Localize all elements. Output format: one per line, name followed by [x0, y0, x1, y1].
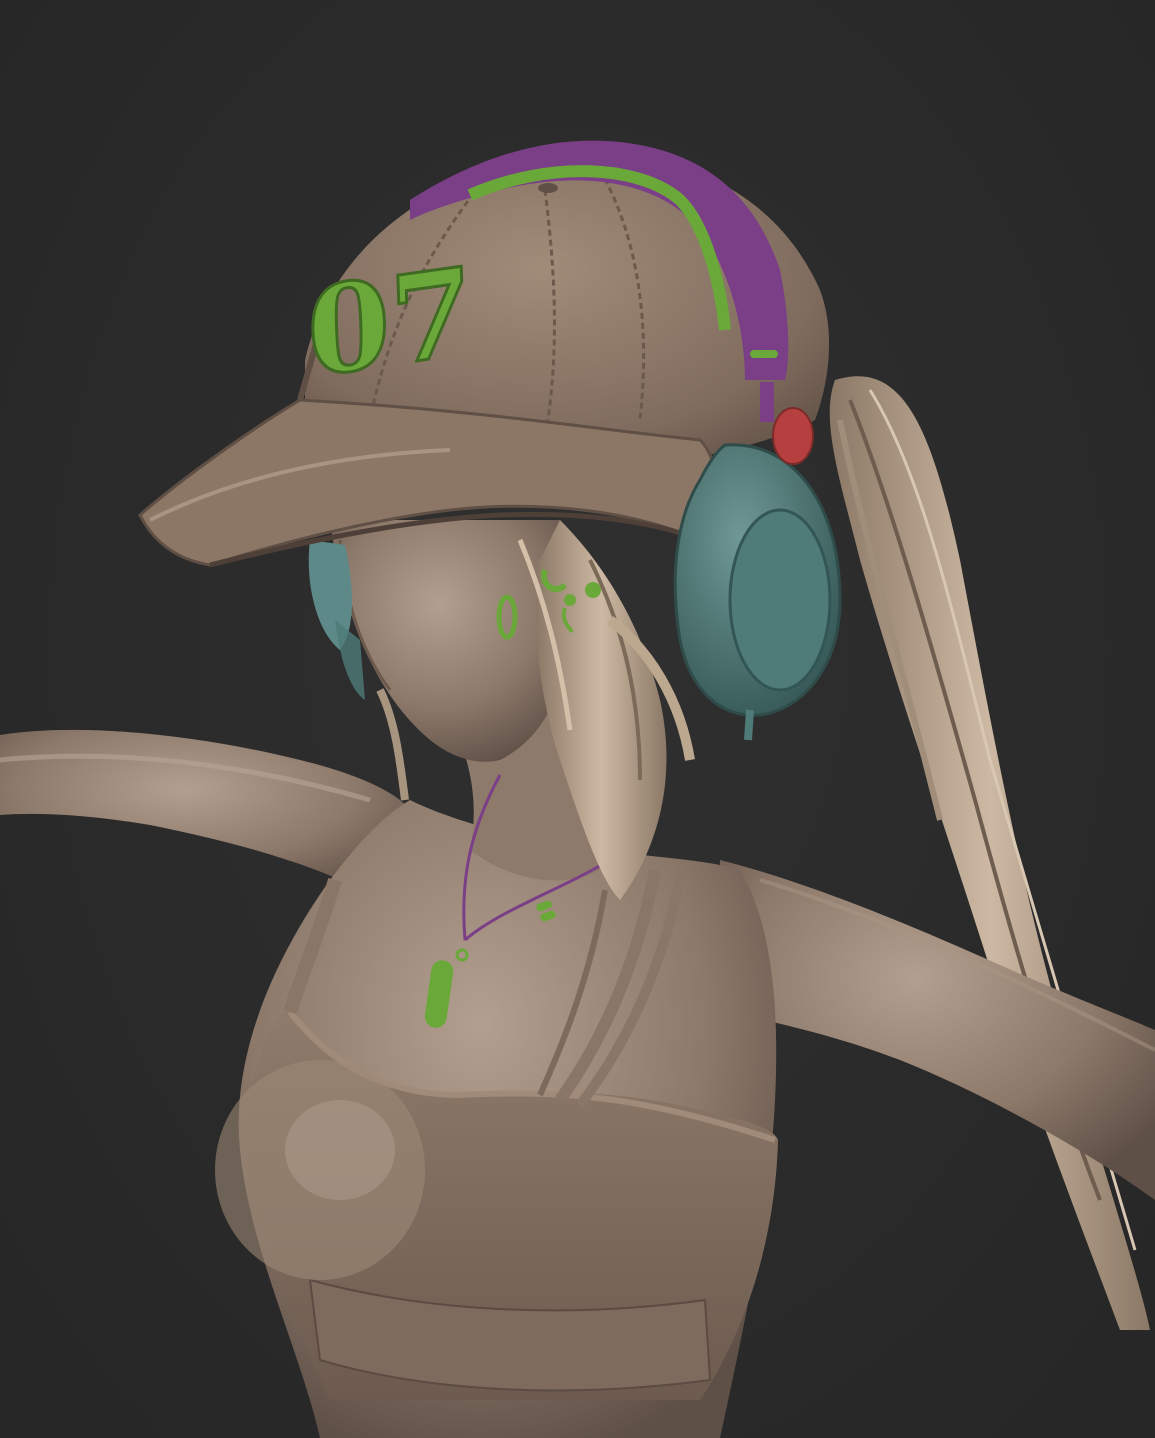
render-viewport: 07 [0, 0, 1155, 1438]
right-arm [720, 860, 1155, 1200]
ponytail [829, 376, 1150, 1330]
headphone-red-button [772, 407, 814, 465]
character-sculpt: 07 [0, 140, 1155, 1438]
face [330, 520, 572, 762]
cap-number: 07 [305, 241, 475, 406]
